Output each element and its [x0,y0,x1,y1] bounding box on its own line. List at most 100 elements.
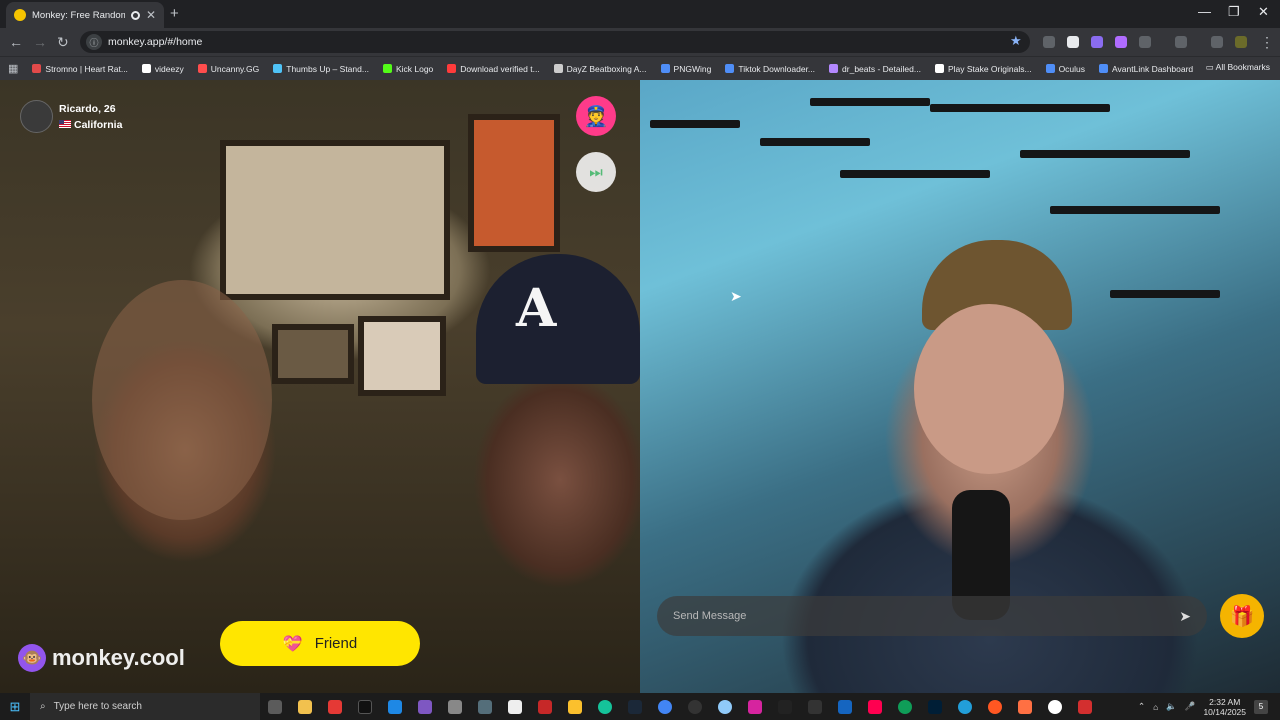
extension-icon[interactable] [1091,36,1103,48]
app-icon[interactable] [478,699,492,714]
address-bar[interactable]: ⓘ monkey.app/#/home [80,31,1030,53]
avatar[interactable] [20,100,53,133]
app-icon[interactable] [388,699,402,714]
app-icon[interactable] [1078,699,1092,714]
atlanta-cap: A [476,254,640,384]
bookmark-item[interactable]: AvantLink Dashboard [1099,64,1193,74]
skip-button[interactable]: ⏭ [576,152,616,192]
wall-item [1050,206,1220,214]
bookmark-favicon-icon [725,64,735,73]
app-icon[interactable] [718,699,732,714]
restore-button[interactable]: ❐ [1228,4,1240,20]
send-icon[interactable]: ➤ [1179,608,1191,625]
instagram-icon[interactable] [748,699,762,714]
file-explorer-icon[interactable] [298,699,312,714]
telegram-icon[interactable] [958,699,972,714]
gift-icon: 🎁 [1229,605,1255,628]
taskbar-search[interactable]: ⌕ Type here to search [30,693,260,720]
report-button[interactable]: 👮 [576,96,616,136]
profile-avatar-icon[interactable] [1235,36,1247,48]
friend-button[interactable]: 💝 Friend [220,621,420,666]
edge-icon[interactable] [898,699,912,714]
app-icon[interactable] [538,699,552,714]
bookmark-favicon-icon [553,64,563,73]
bookmark-item[interactable]: Thumbs Up – Stand... [273,64,369,74]
person-left [92,280,272,520]
windows-start-icon[interactable]: ⊞ [0,699,30,715]
extension-icon[interactable] [1115,36,1127,48]
network-icon[interactable]: ⌂ [1153,702,1158,712]
recording-icon [130,10,140,20]
microphone-icon[interactable]: 🎤 [1185,701,1196,712]
epic-games-icon[interactable] [808,699,822,714]
steam-icon[interactable] [628,699,642,714]
app-icon[interactable] [418,699,432,714]
extension-icon[interactable] [1043,36,1055,48]
extension-icon[interactable] [1067,36,1079,48]
wall-painting [358,316,446,396]
close-window-button[interactable]: ✕ [1258,4,1269,20]
photoshop-icon[interactable] [928,699,942,714]
bookmark-favicon-icon [273,64,283,73]
tiktok-icon[interactable] [358,699,372,714]
gift-button[interactable]: 🎁 [1220,594,1264,638]
notification-badge[interactable]: 5 [1254,699,1268,714]
chrome-icon[interactable] [658,699,672,714]
app-icon[interactable] [448,699,462,714]
wall-item [930,104,1110,112]
tab-close-icon[interactable]: ✕ [146,8,156,22]
app-icon[interactable] [838,699,852,714]
browser-tab-active[interactable]: Monkey: Free Random Vide ✕ [6,2,164,28]
bookmark-item[interactable]: dr_beats - Detailed... [829,64,921,74]
volume-icon[interactable]: 🔈 [1166,701,1177,712]
app-icon[interactable] [568,699,582,714]
app-icon[interactable] [1018,699,1032,714]
media-controls-icon[interactable] [1211,36,1223,48]
bookmark-item[interactable]: videezy [141,64,184,74]
message-input[interactable]: Send Message ➤ [657,596,1207,636]
app-icon[interactable] [778,699,792,714]
task-view-icon[interactable] [268,699,282,714]
new-tab-button[interactable]: + [170,5,179,22]
us-flag-icon [59,119,71,128]
all-bookmarks-folder[interactable]: ▭ All Bookmarks [1206,62,1270,73]
reload-icon[interactable]: ↻ [57,34,69,51]
bookmark-item[interactable]: DayZ Beatboxing A... [553,64,647,74]
bookmark-star-icon[interactable]: ★ [1010,33,1022,49]
clock[interactable]: 2:32 AM 10/14/2025 [1203,697,1246,717]
app-icon[interactable] [1048,699,1062,714]
bookmark-favicon-icon [447,64,457,73]
bookmark-item[interactable]: Play Stake Originals... [934,64,1032,74]
tiktok-studio-icon[interactable] [868,699,882,714]
wall-painting [272,324,354,384]
bookmark-favicon-icon [1045,64,1055,73]
app-icon[interactable] [328,699,342,714]
bookmark-item[interactable]: Uncanny.GG [197,64,259,74]
bookmark-item[interactable]: Tiktok Downloader... [725,64,815,74]
back-arrow-icon[interactable]: ← [9,34,23,50]
bookmark-favicon-icon [829,64,839,73]
monkey-favicon-icon [14,9,26,21]
extensions-puzzle-icon[interactable] [1139,36,1151,48]
notepad-icon[interactable] [508,699,522,714]
app-icon[interactable] [688,699,702,714]
side-panel-icon[interactable] [1175,36,1187,48]
bookmark-item[interactable]: Kick Logo [382,64,433,74]
bookmarks-bar: ▦ Stromno | Heart Rat... videezy Uncanny… [0,56,1280,80]
bookmark-item[interactable]: Download verified t... [447,64,540,74]
minimize-button[interactable]: — [1198,4,1211,19]
bookmark-favicon-icon [660,64,670,73]
bookmark-item[interactable]: Oculus [1045,64,1085,74]
grammarly-icon[interactable] [598,699,612,714]
wall-painting [220,140,450,300]
site-info-icon[interactable]: ⓘ [86,34,102,50]
bookmark-item[interactable]: Stromno | Heart Rat... [32,64,128,74]
forward-arrow-icon[interactable]: → [33,34,47,50]
bookmark-item[interactable]: PNGWing [660,64,711,74]
apps-grid-icon[interactable]: ▦ [8,62,18,75]
chevron-up-icon[interactable]: ⌃ [1138,701,1145,712]
wall-painting [468,114,560,252]
app-icon[interactable] [988,699,1002,714]
menu-kebab-icon[interactable]: ⋮ [1260,34,1274,51]
wall-item [760,138,870,146]
